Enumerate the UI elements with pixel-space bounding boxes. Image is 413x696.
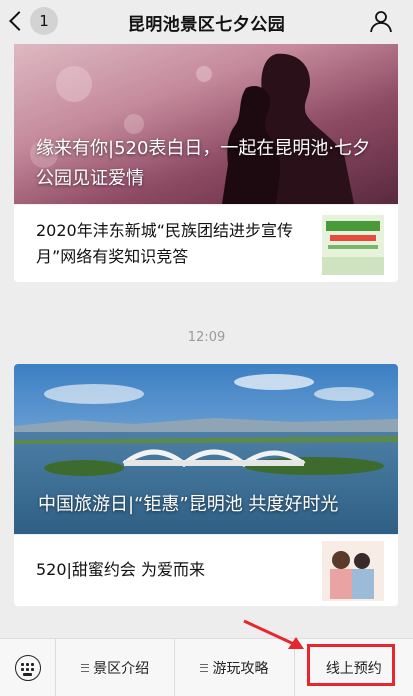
menu-list-icon	[200, 663, 209, 672]
menu-item-online-booking[interactable]: 线上预约	[295, 639, 413, 696]
top-bar: 1 昆明池景区七夕公园	[0, 0, 413, 44]
keyboard-icon	[14, 655, 41, 681]
unread-count-badge: 1	[30, 7, 58, 35]
menu-item-label: 景区介绍	[93, 660, 150, 677]
menu-item-label: 游玩攻略	[212, 660, 269, 677]
article-item-title: 520|甜蜜约会 为爱而来	[36, 560, 206, 579]
article-thumbnail	[322, 541, 384, 601]
menu-item-scenic-intro[interactable]: 景区介绍	[56, 639, 176, 696]
timestamp: 12:09	[187, 330, 226, 345]
menu-item-travel-guide[interactable]: 游玩攻略	[175, 639, 295, 696]
article-item-title: 2020年沣东新城“民族团结进步宣传月”网络有奖知识竞答	[36, 220, 294, 266]
article-card: 缘来有你|520表白日，一起在昆明池·七夕公园见证爱情 2020年沣东新城“民族…	[14, 44, 398, 282]
list-item[interactable]: 2020年沣东新城“民族团结进步宣传月”网络有奖知识竞答	[14, 204, 398, 282]
article-cover[interactable]: 缘来有你|520表白日，一起在昆明池·七夕公园见证爱情	[14, 44, 398, 204]
menu-item-label: 线上预约	[325, 660, 382, 677]
profile-icon[interactable]	[369, 9, 393, 33]
bottom-menu: 景区介绍 游玩攻略 线上预约	[0, 638, 413, 696]
article-thumbnail	[322, 215, 384, 275]
chevron-left-icon	[8, 10, 22, 32]
article-headline: 中国旅游日|“钜惠”昆明池 共度好时光	[38, 494, 339, 515]
menu-list-icon	[81, 663, 90, 672]
keyboard-toggle-button[interactable]	[0, 639, 56, 696]
page-title: 昆明池景区七夕公园	[127, 14, 286, 35]
article-card: 中国旅游日|“钜惠”昆明池 共度好时光 520|甜蜜约会 为爱而来	[14, 364, 398, 606]
list-item[interactable]: 520|甜蜜约会 为爱而来	[14, 534, 398, 606]
back-button[interactable]: 1	[8, 6, 58, 36]
article-headline: 缘来有你|520表白日，一起在昆明池·七夕公园见证爱情	[36, 138, 371, 189]
article-cover[interactable]: 中国旅游日|“钜惠”昆明池 共度好时光	[14, 364, 398, 534]
